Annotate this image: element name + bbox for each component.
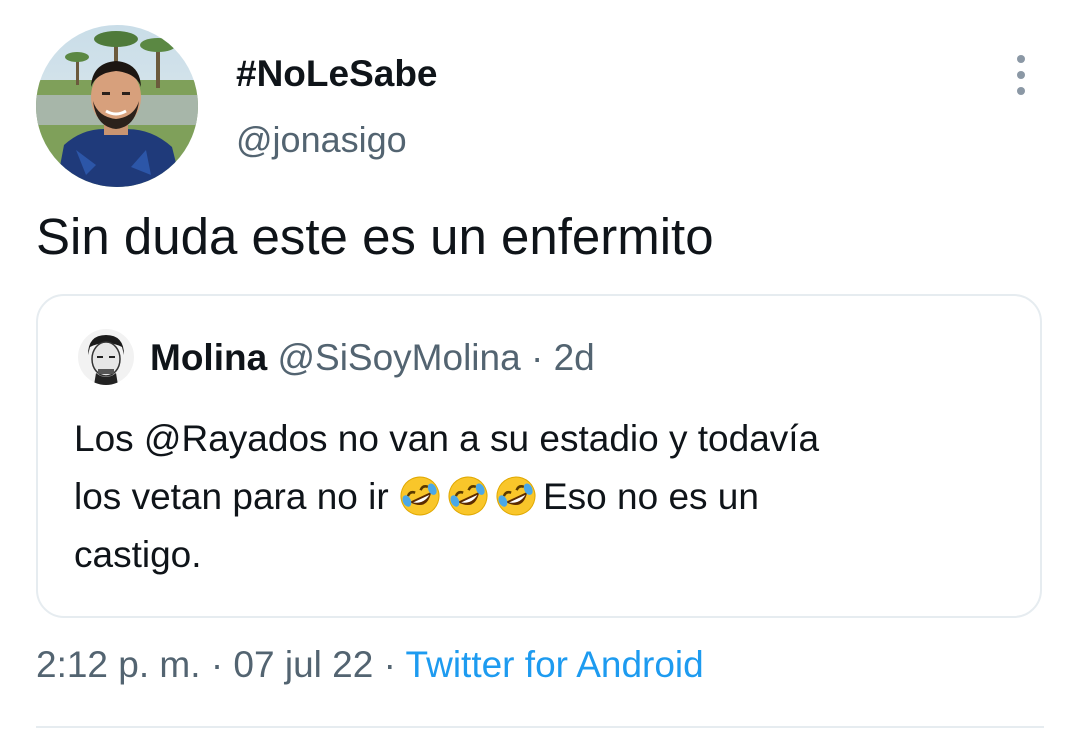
tweet-text: Sin duda este es un enfermito <box>36 208 714 265</box>
rolling-on-floor-laughing-emoji <box>448 476 488 516</box>
quoted-author-avatar[interactable] <box>78 329 134 385</box>
author-display-name[interactable]: #NoLeSabe <box>236 52 438 96</box>
more-options-button[interactable] <box>1004 50 1038 100</box>
tweet-detail-page: #NoLeSabe @jonasigo Sin duda este es un … <box>0 0 1080 732</box>
separator-dot: · <box>383 644 396 685</box>
avatar-photo <box>36 25 198 187</box>
quoted-author-handle[interactable]: @SiSoyMolina <box>277 337 520 378</box>
quoted-text-line-2-prefix: los vetan para no ir <box>74 476 389 517</box>
divider <box>36 726 1044 728</box>
rolling-on-floor-laughing-emoji <box>400 476 440 516</box>
quoted-text-line-2: los vetan para no ir Eso no es un <box>74 468 994 526</box>
quoted-tweet-text: Los @Rayados no van a su estadio y todav… <box>74 410 994 584</box>
quoted-author-name[interactable]: Molina <box>150 337 267 378</box>
tweet-source-link[interactable]: Twitter for Android <box>406 644 704 685</box>
author-handle[interactable]: @jonasigo <box>236 118 407 162</box>
quoted-tweet-header: Molina @SiSoyMolina · 2d <box>150 336 595 380</box>
author-avatar[interactable] <box>36 25 198 187</box>
tweet-date[interactable]: 07 jul 22 <box>233 644 373 685</box>
separator-dot: · <box>530 337 544 378</box>
rolling-on-floor-laughing-emoji <box>496 476 536 516</box>
tweet-metadata: 2:12 p. m. · 07 jul 22 · Twitter for And… <box>36 642 704 688</box>
quoted-tweet-time[interactable]: 2d <box>554 337 595 378</box>
quoted-tweet-card[interactable]: Molina @SiSoyMolina · 2d Los @Rayados no… <box>36 294 1042 618</box>
quoted-text-line-1: Los @Rayados no van a su estadio y todav… <box>74 418 820 459</box>
quoted-text-line-3: castigo. <box>74 534 202 575</box>
separator-dot: · <box>210 644 224 685</box>
tweet-time[interactable]: 2:12 p. m. <box>36 644 201 685</box>
quoted-text-line-2-suffix: Eso no es un <box>542 476 759 517</box>
more-vertical-icon-dot <box>1017 71 1025 79</box>
quoted-avatar-photo <box>78 329 134 385</box>
more-vertical-icon-dot <box>1017 87 1025 95</box>
more-vertical-icon <box>1017 55 1025 63</box>
